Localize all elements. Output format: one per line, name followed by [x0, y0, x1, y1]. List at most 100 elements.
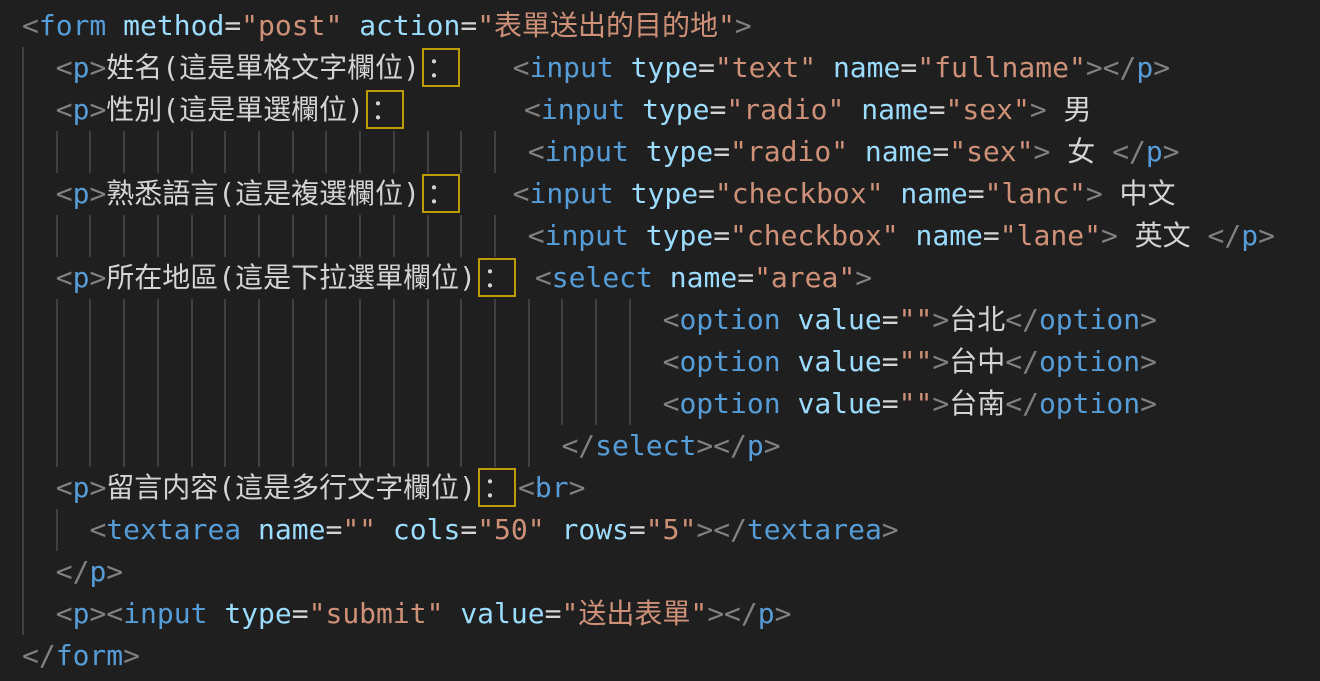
code-line[interactable]: <input type="checkbox" name="lane"> 英文 <…: [22, 215, 1320, 257]
code-token-txt: 台南: [949, 387, 1005, 420]
code-line[interactable]: <option value="">台南</option>: [22, 383, 1320, 425]
code-token-attr: name: [900, 177, 967, 210]
code-line-content: <option value="">台中</option>: [22, 345, 1157, 378]
code-token-tag: p: [73, 261, 90, 294]
code-line[interactable]: </form>: [22, 635, 1320, 677]
code-token-pun: >: [764, 429, 781, 462]
code-line[interactable]: <option value="">台中</option>: [22, 341, 1320, 383]
code-token-attr: action: [359, 9, 460, 42]
code-line[interactable]: <p><input type="submit" value="送出表單"></p…: [22, 593, 1320, 635]
code-line-content: <p><input type="submit" value="送出表單"></p…: [22, 597, 792, 630]
code-token-attr: type: [646, 135, 713, 168]
code-token-str: "checkbox": [730, 219, 899, 252]
code-token-txt: [22, 303, 663, 336]
code-token-pun: >: [1101, 219, 1118, 252]
code-token-txt: [241, 513, 258, 546]
code-token-eq: =: [983, 219, 1000, 252]
code-token-attr: value: [797, 303, 881, 336]
code-token-txt: [22, 471, 56, 504]
code-line-content: <input type="radio" name="sex"> 女 </p>: [22, 135, 1180, 168]
code-line-content: </p>: [22, 555, 123, 588]
code-token-pun: <: [513, 177, 530, 210]
code-line-content: <p>姓名(這是單格文字欄位)： <input type="text" name…: [22, 51, 1170, 84]
code-token-attr: type: [224, 597, 291, 630]
code-token-txt: 熟悉語言(這是複選欄位): [106, 177, 420, 210]
code-token-eq: =: [460, 9, 477, 42]
code-line[interactable]: </p>: [22, 551, 1320, 593]
code-token-pun: <: [56, 471, 73, 504]
code-token-eq: =: [882, 387, 899, 420]
code-token-pun: >: [1163, 135, 1180, 168]
code-token-txt: [22, 555, 56, 588]
code-line-content: <p>熟悉語言(這是複選欄位)： <input type="checkbox" …: [22, 177, 1176, 210]
code-token-pun: <: [663, 303, 680, 336]
code-token-pun: >: [882, 513, 899, 546]
code-line-content: <textarea name="" cols="50" rows="5"></t…: [22, 513, 899, 546]
code-token-attr: type: [631, 51, 698, 84]
ambiguous-unicode-highlight: ：: [422, 174, 460, 213]
code-line[interactable]: <form method="post" action="表單送出的目的地">: [22, 5, 1320, 47]
code-token-txt: [22, 513, 89, 546]
code-token-tag: option: [679, 387, 780, 420]
code-token-tag: input: [545, 135, 629, 168]
code-token-tag: option: [1039, 345, 1140, 378]
code-line[interactable]: </select></p>: [22, 425, 1320, 467]
code-token-txt: 男: [1047, 93, 1092, 126]
code-line-content: <input type="checkbox" name="lane"> 英文 <…: [22, 219, 1275, 252]
code-token-tag: input: [541, 93, 625, 126]
code-token-txt: [629, 219, 646, 252]
code-token-txt: [653, 261, 670, 294]
code-token-attr: value: [797, 387, 881, 420]
code-token-tag: p: [1136, 51, 1153, 84]
code-token-pun: >: [123, 639, 140, 672]
code-line[interactable]: <p>留言内容(這是多行文字欄位)：<br>: [22, 467, 1320, 509]
code-token-tag: p: [73, 51, 90, 84]
code-token-tag: p: [73, 93, 90, 126]
code-token-tag: p: [73, 471, 90, 504]
code-line[interactable]: <p>性別(這是單選欄位)： <input type="radio" name=…: [22, 89, 1320, 131]
ambiguous-unicode-highlight: ：: [478, 258, 516, 297]
code-token-tag: option: [1039, 303, 1140, 336]
code-token-str: "checkbox": [715, 177, 884, 210]
code-token-pun: >: [932, 303, 949, 336]
code-token-tag: textarea: [747, 513, 882, 546]
code-line[interactable]: <p>所在地區(這是下拉選單欄位)： <select name="area">: [22, 257, 1320, 299]
code-token-str: "": [899, 387, 933, 420]
code-line-content: </select></p>: [22, 429, 781, 462]
code-line[interactable]: <p>熟悉語言(這是複選欄位)： <input type="checkbox" …: [22, 173, 1320, 215]
code-token-eq: =: [710, 93, 727, 126]
code-token-attr: rows: [561, 513, 628, 546]
code-token-txt: [625, 93, 642, 126]
code-token-txt: [22, 135, 528, 168]
code-token-txt: [22, 219, 528, 252]
code-token-pun: <: [56, 177, 73, 210]
code-token-eq: =: [460, 513, 477, 546]
code-token-pun: >: [89, 51, 106, 84]
code-token-attr: name: [670, 261, 737, 294]
code-token-tag: p: [89, 555, 106, 588]
code-token-tag: select: [552, 261, 653, 294]
code-token-pun: >: [932, 387, 949, 420]
code-token-attr: cols: [393, 513, 460, 546]
code-token-attr: name: [833, 51, 900, 84]
code-line[interactable]: <p>姓名(這是單格文字欄位)： <input type="text" name…: [22, 47, 1320, 89]
code-token-pun: <: [524, 93, 541, 126]
code-line[interactable]: <option value="">台北</option>: [22, 299, 1320, 341]
code-token-str: "5": [646, 513, 697, 546]
code-line-content: <p>性別(這是單選欄位)： <input type="radio" name=…: [22, 93, 1092, 126]
code-line[interactable]: <input type="radio" name="sex"> 女 </p>: [22, 131, 1320, 173]
code-line[interactable]: <textarea name="" cols="50" rows="5"></t…: [22, 509, 1320, 551]
code-token-pun: >: [89, 471, 106, 504]
code-token-pun: >: [932, 345, 949, 378]
code-token-str: "": [899, 345, 933, 378]
code-token-str: "50": [477, 513, 544, 546]
code-token-txt: [781, 303, 798, 336]
code-token-txt: [816, 51, 833, 84]
code-token-attr: type: [646, 219, 713, 252]
code-token-tag: p: [1241, 219, 1258, 252]
code-token-attr: type: [642, 93, 709, 126]
code-token-txt: 女: [1050, 135, 1112, 168]
code-token-pun: ></: [696, 513, 747, 546]
code-editor[interactable]: <form method="post" action="表單送出的目的地"> <…: [0, 0, 1320, 681]
code-token-eq: =: [629, 513, 646, 546]
